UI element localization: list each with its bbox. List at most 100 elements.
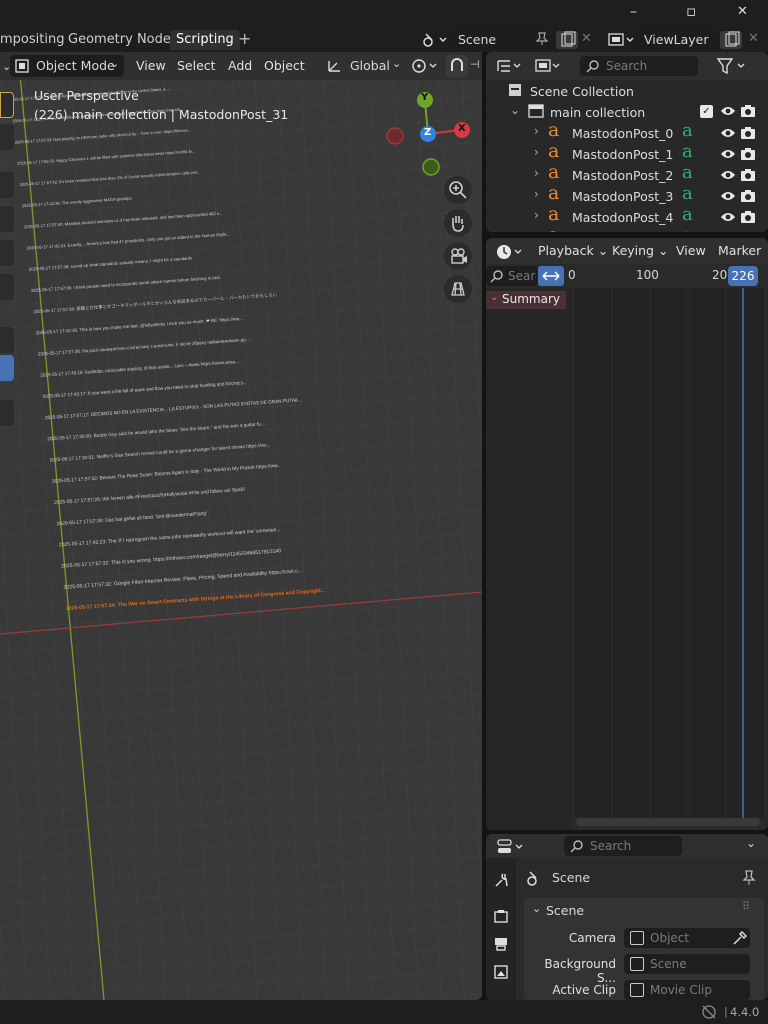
expand-chevron-icon[interactable]: › (534, 187, 539, 201)
post-text[interactable]: 2025-05-17 17:30:01: Netflix's Star Sear… (49, 442, 270, 463)
scene-panel-header[interactable]: ⌄ Scene ⠿ (524, 898, 764, 924)
outliner-search-input[interactable]: Search (580, 56, 698, 76)
post-text[interactable]: 2025-05-17 17:57:42: It's been revealed … (19, 169, 200, 187)
outliner-item-row[interactable]: › a MastodonPost_3 a (486, 182, 768, 206)
expand-chevron-icon[interactable]: › (534, 124, 539, 138)
timeline-search-input[interactable]: Search (486, 266, 538, 286)
3d-viewport[interactable]: 2025-05-17 17:57:49: Live at 3 Kings Tav… (0, 52, 482, 1000)
post-text[interactable]: 2025-05-17 17:42:36: This is how you mak… (36, 316, 243, 335)
summary-channel[interactable]: ⌄ Summary (486, 291, 566, 309)
object-mode-dropdown[interactable]: Object Mode ⌄ (10, 55, 124, 77)
camera-render-icon[interactable] (740, 147, 756, 161)
tool-move[interactable] (0, 172, 14, 198)
post-text[interactable]: 2025-05-17 17:57:40: Manifest Android In… (24, 211, 223, 230)
tool-settings-icon[interactable] (493, 872, 509, 888)
swap-arrows-icon[interactable] (538, 266, 564, 286)
display-mode-icon[interactable] (534, 57, 564, 75)
expand-chevron-icon[interactable]: ⌄ (490, 292, 498, 303)
timeline-horizontal-scrollbar[interactable] (576, 818, 760, 826)
expand-chevron-icon[interactable]: › (534, 166, 539, 180)
post-text[interactable]: 2025-05-17 17:57:38: 部屋とか仕事とかゴータマッダールタとか… (33, 291, 278, 315)
post-text[interactable]: 2025-05-17 17:57:32: This is you wrong. … (61, 548, 281, 569)
post-text[interactable]: 2025-05-17 17:57:32: Beware The Rose Sca… (52, 463, 282, 485)
post-text[interactable]: 2025-05-17 17:57:06: I think people need… (31, 275, 221, 293)
text-data-icon[interactable]: a (682, 183, 693, 204)
keyframe-region[interactable] (574, 288, 764, 818)
post-text[interactable]: 2026-05-17 17:57:30: Das hat gefiel all … (56, 511, 207, 528)
scene-selector[interactable]: Scene ✕ (418, 29, 598, 51)
post-text[interactable]: 2025-05-17 17:57:43: Now playing on Life… (15, 127, 191, 144)
tool-transform[interactable] (0, 274, 14, 300)
tool-add-cube[interactable] (0, 400, 14, 426)
tool-cursor[interactable] (0, 124, 14, 150)
drag-handle-icon[interactable]: ⠿ (742, 900, 750, 913)
eye-icon[interactable] (720, 148, 736, 160)
camera-render-icon[interactable] (740, 104, 756, 118)
post-text[interactable]: 2025-05-17 17:57:17: DECIMOS NO EN LA EX… (45, 397, 302, 420)
new-scene-icon[interactable] (556, 31, 578, 49)
property-field[interactable]: Movie Clip (624, 980, 750, 1000)
snap-icon[interactable] (446, 55, 468, 77)
text-data-icon[interactable]: a (682, 120, 693, 141)
current-frame-indicator[interactable]: 226 (728, 266, 758, 286)
menu-object[interactable]: Object (264, 58, 305, 73)
outliner-scene-collection-row[interactable]: Scene Collection (486, 80, 768, 101)
menu-marker[interactable]: Marker (718, 243, 761, 258)
pivot-point-icon[interactable] (410, 57, 440, 75)
selected-post-text[interactable]: 2025-05-17 17:57:34: The War on Smart Co… (66, 588, 326, 612)
text-data-icon[interactable]: a (682, 162, 693, 183)
tool-annotate[interactable] (0, 327, 14, 353)
pin-icon[interactable] (536, 32, 548, 46)
close-button[interactable]: ✕ (737, 4, 748, 19)
eye-icon[interactable] (720, 169, 736, 181)
outliner-collection-row[interactable]: ⌄ main collection ✓ (486, 101, 768, 122)
delete-scene-icon[interactable]: ✕ (581, 31, 592, 46)
camera-render-icon[interactable] (740, 189, 756, 203)
post-text[interactable]: 2025-05-17 17:42:17: If you want a life … (43, 380, 247, 399)
menu-keying[interactable]: Keying ⌄ (612, 243, 668, 258)
tool-measure[interactable] (0, 355, 14, 381)
timeline-editor-icon[interactable] (496, 243, 526, 261)
post-text[interactable]: 2025-05-17 17:57:32: Google Fiber Intern… (63, 568, 302, 591)
pin-icon[interactable] (742, 870, 756, 886)
outliner-item-row[interactable]: › a MastodonPost_4 a (486, 203, 768, 227)
outliner-item-row[interactable]: › a MastodonPost_2 a (486, 161, 768, 185)
transform-orientation-dropdown[interactable]: Global ⌄ (322, 55, 404, 77)
menu-add[interactable]: Add (228, 58, 252, 73)
text-data-icon[interactable]: a (682, 225, 693, 232)
text-data-icon[interactable]: a (682, 141, 693, 162)
eye-icon[interactable] (720, 211, 736, 223)
timeline-ruler[interactable]: Search 0 100 20 226 (486, 264, 768, 288)
post-text[interactable]: 2025-05-17 17:42:23: The 'if I reprogram… (59, 527, 281, 548)
menu-select[interactable]: Select (177, 58, 216, 73)
pan-button[interactable] (444, 209, 472, 237)
outliner-item-row[interactable]: › a MastodonPost_0 a (486, 119, 768, 143)
delete-viewlayer-icon[interactable]: ✕ (748, 31, 759, 46)
navigation-gizmo[interactable]: Y Z X (384, 90, 476, 182)
eyedropper-icon[interactable] (732, 930, 748, 946)
collapse-chevron-icon[interactable]: ⌄ (510, 103, 520, 117)
menu-view[interactable]: View (676, 243, 706, 258)
post-text[interactable]: 2025-05-17 17:45:16: Audieder, unaccable… (40, 359, 239, 378)
post-text[interactable]: 2025-05-17 17:57:38: sound up what stand… (29, 255, 193, 271)
tool-scale[interactable] (0, 240, 14, 266)
eye-icon[interactable] (720, 105, 736, 117)
eye-icon[interactable] (720, 127, 736, 139)
post-text[interactable]: 2025-05-17 17:42:38: The overtly aggress… (22, 195, 133, 208)
chevron-down-icon[interactable]: ⌄ (746, 836, 756, 850)
tab-scripting[interactable]: Scripting (170, 30, 240, 50)
post-text[interactable]: 2025-05-17 17:57:36: На росії засекретил… (38, 336, 251, 357)
properties-search-input[interactable]: Search (564, 836, 682, 856)
new-viewlayer-icon[interactable] (720, 31, 742, 49)
snap-options-icon[interactable]: ⊣ (470, 58, 480, 71)
tab-compositing[interactable]: mpositing (0, 30, 70, 50)
text-data-icon[interactable]: a (682, 204, 693, 225)
menu-view[interactable]: View (136, 58, 166, 73)
property-field[interactable]: Scene (624, 954, 750, 974)
minimize-button[interactable]: – (630, 4, 637, 20)
expand-chevron-icon[interactable]: › (534, 208, 539, 222)
camera-render-icon[interactable] (740, 168, 756, 182)
post-text[interactable]: 2025-05-17 17:42:31: Exactly.... America… (26, 231, 230, 250)
tool-select-box[interactable] (0, 92, 14, 118)
eye-icon[interactable] (720, 190, 736, 202)
